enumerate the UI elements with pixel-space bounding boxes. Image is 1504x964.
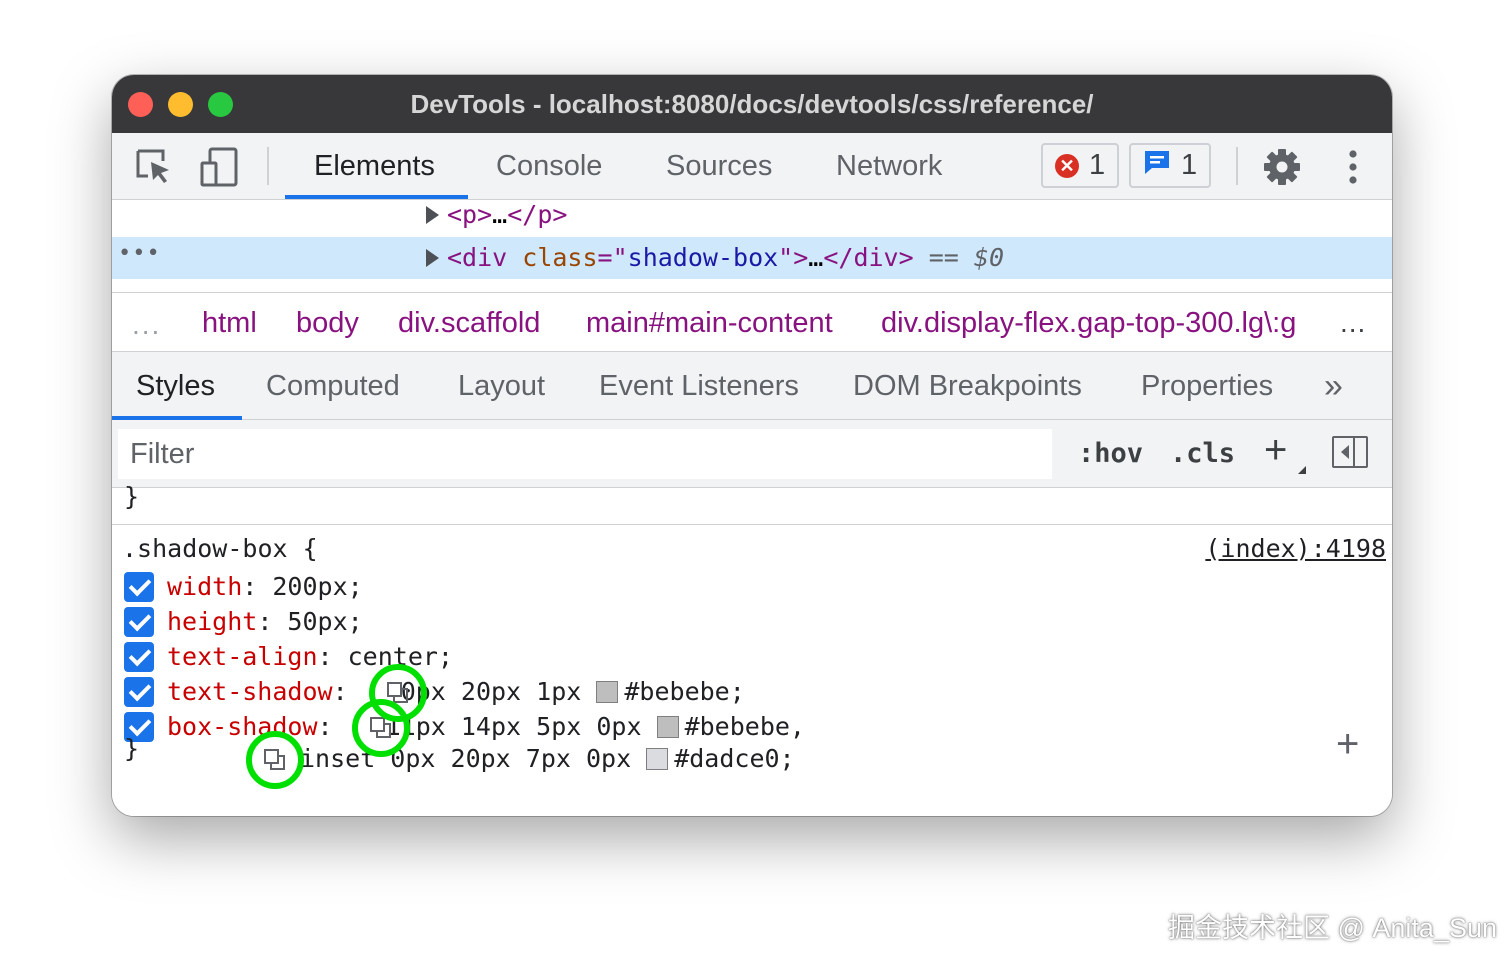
devtools-window: DevTools - localhost:8080/docs/devtools/… bbox=[112, 75, 1392, 816]
dom-node-selected-div[interactable]: ••• <div class="shadow-box">…</div> == $… bbox=[112, 237, 1392, 279]
declaration-checkbox[interactable] bbox=[124, 642, 154, 672]
breadcrumb: ... html body div.scaffold main#main-con… bbox=[112, 292, 1392, 352]
console-ref: $0 bbox=[973, 243, 1004, 272]
color-swatch[interactable] bbox=[656, 716, 679, 738]
attr-value: shadow-box bbox=[627, 243, 779, 272]
breadcrumb-item-html[interactable]: html bbox=[202, 293, 257, 351]
hover-state-toggle[interactable]: :hov bbox=[1078, 420, 1143, 488]
tag-close-bracket: "> bbox=[778, 243, 809, 272]
new-style-rule-button[interactable]: + bbox=[1264, 430, 1287, 470]
watermark: 掘金技术社区 @ Anita_Sun bbox=[1168, 913, 1498, 943]
declaration-checkbox[interactable] bbox=[124, 677, 154, 707]
error-icon: ✕ bbox=[1055, 153, 1079, 178]
property-name[interactable]: height bbox=[167, 607, 257, 636]
expand-triangle-icon[interactable] bbox=[426, 206, 439, 224]
more-tabs-chevron-icon[interactable]: » bbox=[1324, 352, 1343, 420]
attr-name: class bbox=[522, 243, 598, 272]
class-toggle[interactable]: .cls bbox=[1170, 420, 1235, 488]
tag-open: <p> bbox=[447, 200, 493, 229]
property-value[interactable]: 11px 14px 5px 0px bbox=[386, 712, 642, 741]
property-name[interactable]: width bbox=[167, 572, 242, 601]
styles-toolbar: :hov .cls + bbox=[112, 420, 1392, 488]
breadcrumb-item-body[interactable]: body bbox=[296, 293, 359, 351]
styles-pane: } .shadow-box { (index):4198 width: 200p… bbox=[112, 482, 1392, 816]
filter-input[interactable] bbox=[118, 429, 1052, 479]
property-name[interactable]: text-shadow bbox=[167, 677, 333, 706]
inspect-element-icon[interactable] bbox=[132, 145, 176, 189]
title-bar: DevTools - localhost:8080/docs/devtools/… bbox=[112, 75, 1392, 133]
tag-close: </p> bbox=[507, 200, 568, 229]
tab-console[interactable]: Console bbox=[496, 133, 602, 200]
property-value[interactable]: 50px; bbox=[287, 607, 362, 636]
expand-triangle-icon[interactable] bbox=[426, 249, 439, 267]
maximize-window-button[interactable] bbox=[208, 92, 233, 117]
attr-equals: =" bbox=[597, 243, 628, 272]
breadcrumb-scroll-left[interactable]: ... bbox=[132, 293, 161, 351]
ellipsis: … bbox=[492, 200, 508, 229]
error-count-badge[interactable]: ✕ 1 bbox=[1041, 143, 1120, 188]
active-subtab-indicator bbox=[112, 416, 242, 420]
tab-sources[interactable]: Sources bbox=[666, 133, 772, 200]
property-value[interactable]: 200px; bbox=[272, 572, 362, 601]
window-title: DevTools - localhost:8080/docs/devtools/… bbox=[410, 88, 1094, 119]
device-toolbar-icon[interactable] bbox=[198, 145, 242, 189]
active-tab-indicator bbox=[285, 195, 468, 199]
close-window-button[interactable] bbox=[128, 92, 153, 117]
minimize-window-button[interactable] bbox=[168, 92, 193, 117]
ellipsis: … bbox=[808, 243, 824, 272]
tab-elements[interactable]: Elements bbox=[314, 133, 435, 200]
highlight-ring bbox=[352, 699, 410, 757]
tab-layout[interactable]: Layout bbox=[458, 352, 545, 420]
dom-tree: <p>…</p> ••• <div class="shadow-box">…</… bbox=[112, 200, 1392, 292]
property-name[interactable]: box-shadow bbox=[167, 712, 318, 741]
color-swatch[interactable] bbox=[646, 748, 669, 770]
color-value[interactable]: #bebebe, bbox=[685, 712, 805, 741]
breadcrumb-item-div[interactable]: div.display-flex.gap-top-300.lg\:g bbox=[881, 293, 1296, 351]
tag-open: <div bbox=[447, 243, 508, 272]
color-swatch[interactable] bbox=[596, 681, 619, 703]
tab-dom-breakpoints[interactable]: DOM Breakpoints bbox=[853, 352, 1082, 420]
tab-event-listeners[interactable]: Event Listeners bbox=[599, 352, 799, 420]
rule-selector[interactable]: .shadow-box { bbox=[122, 532, 318, 566]
message-count-badge[interactable]: 1 bbox=[1129, 143, 1212, 188]
tab-properties[interactable]: Properties bbox=[1141, 352, 1273, 420]
equals-marker: == bbox=[928, 243, 959, 272]
add-declaration-button[interactable]: + bbox=[1336, 724, 1359, 764]
message-icon bbox=[1143, 149, 1171, 183]
tab-computed[interactable]: Computed bbox=[266, 352, 400, 420]
gear-icon[interactable] bbox=[1260, 145, 1304, 189]
toolbar-divider bbox=[1236, 147, 1238, 185]
property-value[interactable]: 0px 20px 1px bbox=[401, 677, 582, 706]
toolbar-divider bbox=[267, 147, 269, 185]
new-rule-menu-corner-icon[interactable] bbox=[1298, 466, 1306, 474]
property-value[interactable]: inset 0px 20px 7px 0px bbox=[300, 744, 631, 773]
rule-source-link[interactable]: (index):4198 bbox=[1205, 532, 1386, 566]
color-value[interactable]: #dadce0; bbox=[674, 744, 794, 773]
dom-node-next[interactable] bbox=[112, 280, 1392, 292]
main-toolbar: Elements Console Sources Network ✕ 1 1 bbox=[112, 133, 1392, 200]
dom-node-p[interactable]: <p>…</p> bbox=[112, 200, 1392, 236]
rule-divider bbox=[112, 524, 1392, 525]
kebab-menu-icon[interactable] bbox=[1331, 145, 1375, 189]
previous-rule-close-brace: } bbox=[124, 482, 140, 511]
highlight-ring bbox=[246, 731, 304, 789]
sidebar-tabs: Styles Computed Layout Event Listeners D… bbox=[112, 352, 1392, 420]
error-count: 1 bbox=[1089, 149, 1106, 181]
message-count: 1 bbox=[1181, 149, 1198, 181]
toggle-sidebar-icon[interactable] bbox=[1332, 436, 1368, 468]
breadcrumb-scroll-right[interactable]: ... bbox=[1320, 293, 1392, 351]
tab-network[interactable]: Network bbox=[836, 133, 942, 200]
tag-close: </div> bbox=[823, 243, 914, 272]
rule-close-brace: } bbox=[124, 734, 140, 763]
breadcrumb-item-main[interactable]: main#main-content bbox=[586, 293, 833, 351]
breadcrumb-item-scaffold[interactable]: div.scaffold bbox=[398, 293, 540, 351]
property-name[interactable]: text-align bbox=[167, 642, 318, 671]
declaration-checkbox[interactable] bbox=[124, 607, 154, 637]
declaration-checkbox[interactable] bbox=[124, 572, 154, 602]
node-actions-dots[interactable]: ••• bbox=[118, 233, 161, 275]
color-value[interactable]: #bebebe; bbox=[624, 677, 744, 706]
tab-styles[interactable]: Styles bbox=[136, 352, 215, 420]
